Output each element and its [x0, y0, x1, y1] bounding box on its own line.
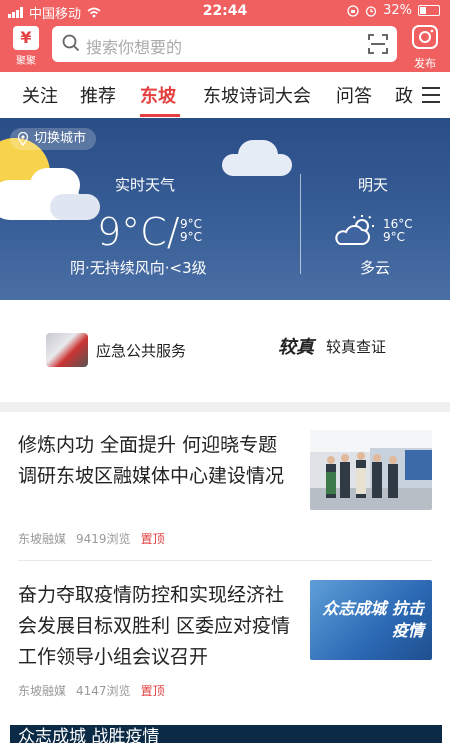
- section-divider: [0, 402, 450, 412]
- tomorrow-low: 9°C: [383, 230, 406, 244]
- current-weather-label: 实时天气: [115, 176, 176, 194]
- current-weather-desc: 阴·无持续风向·<3级: [70, 259, 207, 277]
- status-bar: 中国移动 22:44 32%: [0, 0, 450, 22]
- tomorrow-weather-desc: 多云: [360, 259, 391, 277]
- news-title[interactable]: 修炼内功 全面提升 何迎晓专题调研东坡区融媒体中心建设情况: [18, 430, 296, 492]
- search-bar[interactable]: 搜索你想要的: [52, 26, 397, 62]
- weather-divider: [300, 174, 301, 274]
- partly-cloudy-icon: [335, 215, 374, 245]
- tab-follow[interactable]: 关注: [22, 82, 58, 108]
- tab-dongpo-poetry[interactable]: 东坡诗词大会: [203, 82, 311, 108]
- logo-text: 聚聚: [16, 56, 36, 67]
- news-separator: [18, 560, 432, 561]
- cloud-decoration: [238, 140, 278, 170]
- search-placeholder: 搜索你想要的: [86, 38, 183, 57]
- channel-menu-icon[interactable]: [422, 87, 440, 103]
- news-thumbnail[interactable]: 众志成城 抗击疫情: [310, 580, 432, 660]
- channel-tabs: 关注 推荐 东坡 东坡诗词大会 问答 政: [0, 72, 450, 118]
- news-photo-meeting: [310, 430, 432, 510]
- current-temp-range: 9°C 9°C: [180, 218, 202, 244]
- battery-percent: 32%: [383, 3, 412, 18]
- news-source: 东坡融媒: [18, 532, 67, 546]
- weather-card[interactable]: 切换城市 实时天气 9°C/ 9°C 9°C 阴·无持续风向·<3级 明天 16…: [0, 118, 450, 300]
- search-icon: [62, 34, 80, 52]
- fact-check-label: 较真查证: [326, 337, 387, 356]
- emergency-service-icon: [46, 333, 88, 367]
- scan-icon[interactable]: [367, 33, 389, 55]
- emergency-service-entry[interactable]: 应急公共服务: [46, 333, 186, 367]
- logo-mark-icon: ¥: [13, 26, 39, 50]
- publish-button[interactable]: 发布: [407, 24, 443, 70]
- tab-dongpo[interactable]: 东坡: [140, 82, 176, 108]
- tomorrow-temp-range: 16°C 9°C: [383, 218, 413, 244]
- tab-recommend[interactable]: 推荐: [80, 82, 116, 108]
- current-low: 9°C: [180, 230, 203, 244]
- fact-check-entry[interactable]: 较真 较真查证: [278, 333, 386, 359]
- current-temperature: 9°C/: [97, 210, 180, 254]
- news-thumbnail[interactable]: [310, 430, 432, 510]
- news-meta: 东坡融媒 4147浏览 置顶: [18, 682, 165, 699]
- thumbnail-caption: 众志成城 抗击疫情: [322, 599, 424, 640]
- active-tab-indicator: [140, 114, 180, 117]
- app-logo[interactable]: ¥ 聚聚: [10, 26, 42, 67]
- news-meta: 东坡融媒 9419浏览 置顶: [18, 530, 165, 547]
- switch-city-label: 切换城市: [34, 131, 87, 146]
- battery-icon: [418, 5, 440, 16]
- news-title[interactable]: 奋力夺取疫情防控和实现经济社会发展目标双胜利 区委应对疫情工作领导小组会议召开: [18, 580, 296, 673]
- news-views: 9419浏览: [76, 532, 131, 546]
- publish-label: 发布: [414, 57, 436, 70]
- tab-politics[interactable]: 政: [395, 82, 413, 108]
- location-pin-icon: [17, 132, 29, 146]
- emergency-service-label: 应急公共服务: [96, 341, 187, 360]
- cloud-decoration: [50, 194, 100, 220]
- tomorrow-label: 明天: [358, 176, 389, 194]
- lock-rotation-icon: [347, 4, 359, 17]
- pinned-tag: 置顶: [140, 684, 165, 698]
- camera-icon: [412, 25, 438, 49]
- pinned-tag: 置顶: [140, 532, 165, 546]
- tab-qa[interactable]: 问答: [336, 82, 372, 108]
- bottom-banner[interactable]: 众志成城 战胜疫情: [10, 725, 442, 743]
- news-views: 4147浏览: [76, 684, 131, 698]
- top-header: 中国移动 22:44 32% ¥ 聚聚 搜索你想要的 发布: [0, 0, 450, 72]
- service-entries: 应急公共服务 较真 较真查证: [0, 300, 450, 402]
- news-source: 东坡融媒: [18, 684, 67, 698]
- alarm-icon: [365, 5, 377, 17]
- switch-city-button[interactable]: 切换城市: [10, 128, 97, 150]
- fact-check-logo: 较真: [278, 337, 314, 358]
